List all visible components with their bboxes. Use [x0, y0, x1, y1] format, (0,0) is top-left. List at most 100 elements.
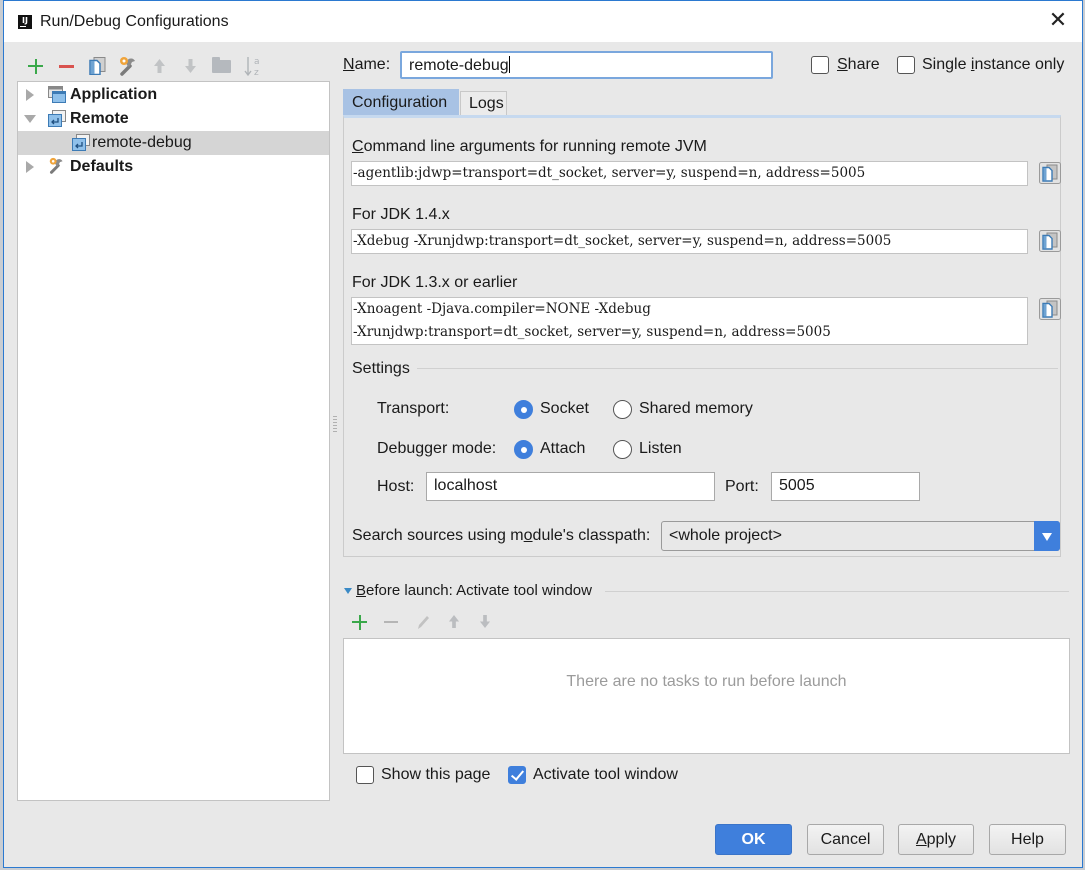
before-launch-tasks-list[interactable]: There are no tasks to run before launch [343, 638, 1070, 754]
single-instance-checkbox[interactable] [897, 56, 915, 74]
transport-socket-radio[interactable] [514, 400, 533, 419]
mode-listen-radio[interactable] [613, 440, 632, 459]
tree-item-label: Defaults [70, 158, 134, 175]
classpath-module-select[interactable]: <whole project> [661, 521, 1060, 551]
port-label: Port: [725, 478, 759, 495]
before-launch-title[interactable]: Before launch: Activate tool window [356, 582, 592, 599]
jdk13-args-field[interactable]: -Xnoagent -Djava.compiler=NONE -Xdebug -X… [351, 297, 1028, 345]
share-mnemonic: S [837, 56, 848, 73]
show-this-page-label[interactable]: Show this page [381, 766, 490, 784]
expand-arrow-icon[interactable] [26, 161, 34, 173]
command-line-mnemonic: C [352, 138, 364, 155]
title-bar: IJ Run/Debug Configurations ✕ [4, 1, 1082, 42]
application-icon [48, 86, 66, 103]
classpath-label-rest: dule's classpath: [532, 527, 651, 544]
remote-icon [48, 110, 66, 127]
move-task-up-icon [448, 615, 460, 628]
host-input[interactable]: localhost [426, 472, 715, 501]
edit-task-button[interactable] [408, 611, 439, 633]
edit-defaults-button[interactable] [113, 53, 144, 79]
jdk14-args-field[interactable]: -Xdebug -Xrunjdwp:transport=dt_socket, s… [351, 229, 1028, 254]
tree-item-label: Application [70, 86, 158, 103]
svg-text:z: z [254, 68, 259, 77]
copy-configuration-button[interactable] [82, 53, 113, 79]
debugger-mode-label: Debugger mode: [377, 440, 497, 457]
apply-button[interactable]: Apply [898, 824, 974, 855]
jdk13-args-line-1: -Xnoagent -Djava.compiler=NONE -Xdebug [353, 301, 651, 317]
close-icon: ✕ [1048, 8, 1068, 33]
move-task-down-button[interactable] [470, 611, 501, 633]
tree-item-remote-debug[interactable]: remote-debug [18, 131, 329, 155]
share-checkbox[interactable] [811, 56, 829, 74]
activate-tool-window-label[interactable]: Activate tool window [533, 766, 678, 784]
mode-listen-label[interactable]: Listen [639, 440, 682, 458]
tab-logs[interactable]: Logs [460, 91, 507, 117]
splitter-handle[interactable] [333, 416, 337, 432]
close-button[interactable]: ✕ [1044, 9, 1072, 35]
mode-attach-radio[interactable] [514, 440, 533, 459]
dropdown-arrow-icon[interactable] [1034, 521, 1060, 551]
single-instance-label[interactable]: Single instance only [922, 56, 1064, 74]
jdk14-label: For JDK 1.4.x [352, 206, 450, 223]
move-task-down-icon [479, 615, 491, 628]
text-caret [508, 56, 510, 73]
create-folder-button[interactable] [206, 53, 237, 79]
port-input[interactable]: 5005 [771, 472, 920, 501]
command-line-args-field[interactable]: -agentlib:jdwp=transport=dt_socket, serv… [351, 161, 1028, 186]
command-line-label-text: ommand line arguments for running remote… [363, 138, 707, 155]
run-debug-configurations-dialog: IJ Run/Debug Configurations ✕ a z Applic… [3, 0, 1083, 868]
show-this-page-checkbox[interactable] [356, 766, 374, 784]
single-instance-label-rest: nstance only [974, 56, 1065, 73]
share-label-text: hare [847, 56, 880, 73]
before-launch-divider [605, 591, 1069, 592]
name-input[interactable]: remote-debug [400, 51, 773, 79]
classpath-selected-value: <whole project> [669, 527, 782, 544]
share-label[interactable]: Share [837, 56, 880, 74]
mode-attach-label[interactable]: Attach [540, 440, 585, 458]
tab-configuration[interactable]: Configuration [343, 89, 459, 117]
add-task-button[interactable] [346, 611, 377, 633]
move-task-up-button[interactable] [439, 611, 470, 633]
cancel-button[interactable]: Cancel [807, 824, 884, 855]
add-configuration-button[interactable] [20, 53, 51, 79]
move-up-button[interactable] [144, 53, 175, 79]
collapse-arrow-icon[interactable] [24, 115, 36, 123]
transport-shared-memory-label[interactable]: Shared memory [639, 400, 753, 418]
apply-label: pply [926, 831, 957, 848]
copy-icon [89, 57, 106, 75]
settings-divider [417, 368, 1058, 369]
edit-task-icon [418, 616, 429, 629]
tree-item-label: remote-debug [92, 134, 192, 151]
copy-to-clipboard-icon[interactable] [1039, 230, 1061, 252]
remove-task-button[interactable] [377, 611, 408, 633]
copy-to-clipboard-icon[interactable] [1039, 298, 1061, 320]
transport-label: Transport: [377, 400, 450, 417]
edit-defaults-icon [120, 57, 135, 76]
ok-button[interactable]: OK [715, 824, 792, 855]
before-launch-title-text: efore launch: Activate tool window [366, 582, 592, 599]
remote-icon [72, 134, 90, 151]
collapse-before-launch-icon[interactable] [344, 588, 352, 594]
name-input-value: remote-debug [409, 57, 509, 74]
window-title: Run/Debug Configurations [40, 13, 229, 30]
copy-to-clipboard-icon[interactable] [1039, 162, 1061, 184]
activate-tool-window-checkbox[interactable] [508, 766, 526, 784]
sort-configurations-button[interactable]: a z [237, 53, 268, 79]
tree-item-remote[interactable]: Remote [18, 107, 329, 131]
name-label: Name: [343, 56, 390, 74]
tree-item-application[interactable]: Application [18, 83, 329, 107]
classpath-label-pre: Search sources using m [352, 527, 524, 544]
transport-socket-label[interactable]: Socket [540, 400, 589, 418]
single-instance-label-pre: Single [922, 56, 971, 73]
name-label-text: ame: [354, 56, 391, 73]
before-launch-mnemonic: B [356, 582, 367, 599]
expand-arrow-icon[interactable] [26, 89, 34, 101]
help-button[interactable]: Help [989, 824, 1066, 855]
defaults-wrench-icon [49, 157, 63, 174]
empty-tasks-message: There are no tasks to run before launch [566, 673, 847, 690]
svg-text:a: a [254, 57, 260, 67]
tree-item-defaults[interactable]: Defaults [18, 155, 329, 179]
move-down-button[interactable] [175, 53, 206, 79]
transport-shared-memory-radio[interactable] [613, 400, 632, 419]
remove-configuration-button[interactable] [51, 53, 82, 79]
